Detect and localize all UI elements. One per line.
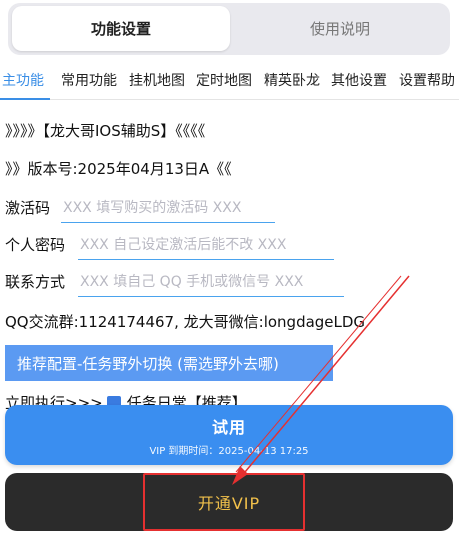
open-vip-button[interactable]: 开通VIP bbox=[5, 473, 453, 531]
activation-code-label: 激活码 bbox=[5, 199, 51, 217]
trial-button[interactable]: 试用 VIP 到期时间：2025-04-13 17:25 bbox=[5, 405, 453, 465]
vip-expiry-text: VIP 到期时间：2025-04-13 17:25 bbox=[149, 445, 309, 457]
sub-tab-bar: 主功能 常用功能 挂机地图 定时地图 精英卧龙 其他设置 设置帮助 bbox=[0, 64, 459, 100]
banner-line: 》》》》【龙大哥IOS辅助S】《《《《 bbox=[5, 122, 206, 140]
contact-info-line: QQ交流群:1124174467, 龙大哥微信:longdageLDG bbox=[5, 313, 366, 331]
open-vip-label: 开通VIP bbox=[197, 494, 261, 513]
subtab-common[interactable]: 常用功能 bbox=[61, 70, 117, 90]
version-line: 》》版本号:2025年04月13日A《《 bbox=[5, 160, 232, 178]
personal-password-input[interactable] bbox=[78, 230, 334, 260]
trial-label: 试用 bbox=[211, 417, 246, 437]
subtab-elite[interactable]: 精英卧龙 bbox=[264, 70, 320, 90]
subtab-other-settings[interactable]: 其他设置 bbox=[331, 70, 387, 90]
contact-input[interactable] bbox=[78, 267, 344, 297]
segmented-control: 功能设置 使用说明 bbox=[8, 3, 450, 55]
subtab-timed-map[interactable]: 定时地图 bbox=[196, 70, 252, 90]
tab-function-settings[interactable]: 功能设置 bbox=[12, 6, 230, 51]
contact-label: 联系方式 bbox=[5, 273, 66, 291]
active-tab-indicator bbox=[0, 98, 50, 100]
subtab-main[interactable]: 主功能 bbox=[2, 70, 44, 90]
subtab-idle-map[interactable]: 挂机地图 bbox=[129, 70, 185, 90]
recommend-config-button[interactable]: 推荐配置-任务野外切换 (需选野外去哪) bbox=[5, 345, 333, 381]
tab-instructions[interactable]: 使用说明 bbox=[234, 6, 446, 51]
subtab-settings-help[interactable]: 设置帮助 bbox=[399, 70, 455, 90]
personal-password-label: 个人密码 bbox=[5, 236, 66, 254]
activation-code-input[interactable] bbox=[61, 193, 275, 223]
